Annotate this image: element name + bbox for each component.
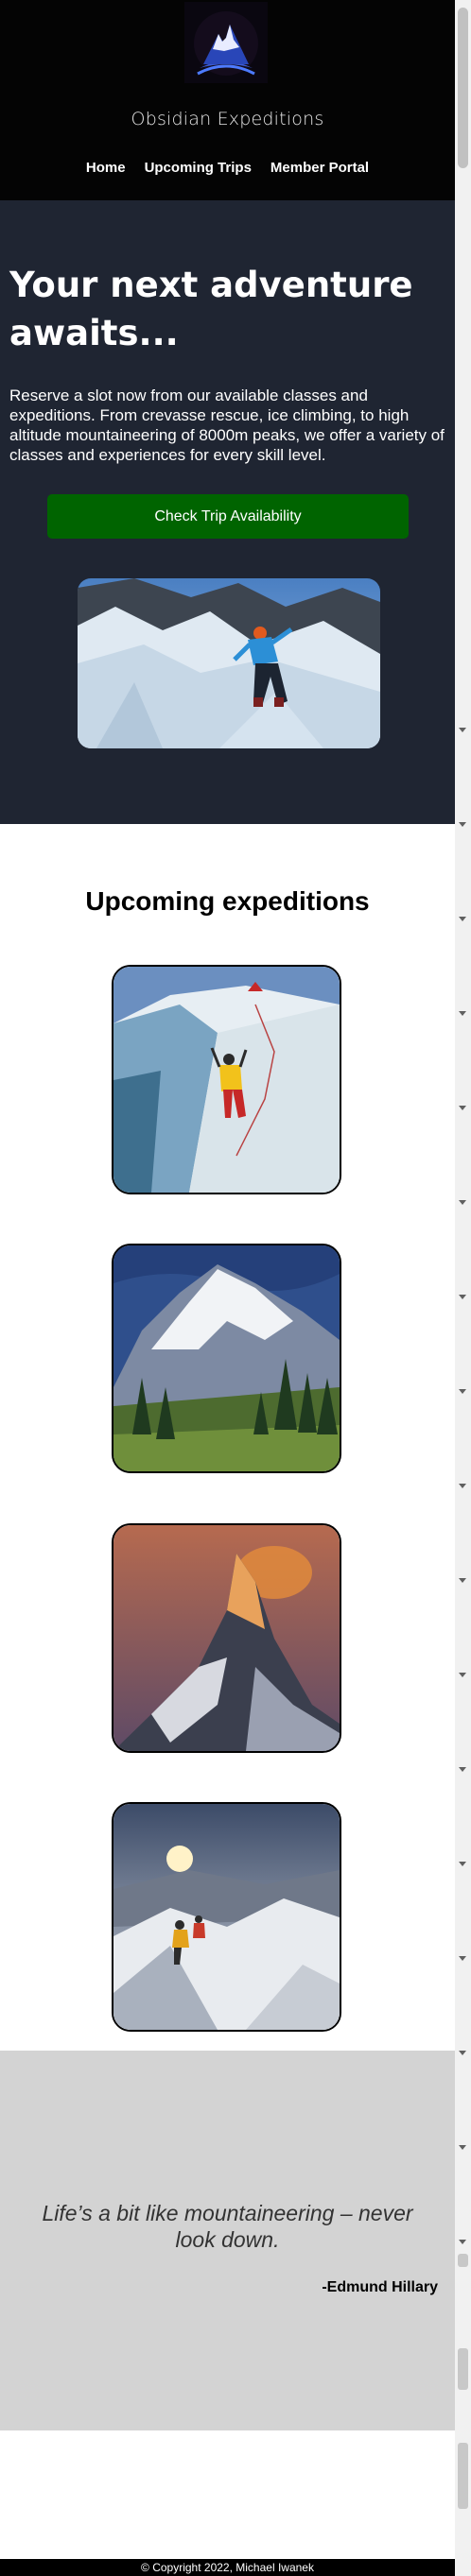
scroll-marker: [459, 917, 466, 921]
nav-upcoming-trips[interactable]: Upcoming Trips: [145, 160, 252, 176]
ice-climber-photo: [78, 578, 380, 748]
forested-volcano-photo: [113, 1245, 340, 1471]
site-footer: © Copyright 2022, Michael Iwanek: [0, 2559, 455, 2576]
scroll-marker: [459, 1200, 466, 1205]
scroll-marker: [459, 1295, 466, 1299]
scroll-marker: [459, 1673, 466, 1677]
upcoming-expeditions-title: Upcoming expeditions: [85, 886, 370, 916]
hero-description: Reserve a slot now from our available cl…: [9, 386, 445, 464]
scroll-marker: [459, 1767, 466, 1772]
nav-member-portal[interactable]: Member Portal: [270, 160, 369, 176]
summit-ridge-climbers-photo: [113, 1804, 340, 2030]
trip-card-volcano[interactable]: [112, 1244, 341, 1473]
scroll-marker: [458, 2348, 468, 2390]
scroll-marker: [459, 1956, 466, 1961]
scroll-marker: [459, 1862, 466, 1866]
check-availability-button[interactable]: Check Trip Availability: [47, 494, 409, 539]
page: Obsidian Expeditions Home Upcoming Trips…: [0, 0, 455, 2576]
main-nav: Home Upcoming Trips Member Portal: [0, 160, 455, 176]
crevasse-ice-climb-photo: [113, 967, 340, 1193]
scroll-marker: [459, 1389, 466, 1394]
mountain-logo-icon[interactable]: [184, 2, 268, 83]
scroll-marker: [459, 2145, 466, 2150]
trip-card-matterhorn[interactable]: [112, 1523, 341, 1753]
hero-title: Your next adventure awaits...: [9, 265, 413, 353]
scrollbar-thumb[interactable]: [458, 8, 468, 168]
copyright-text: © Copyright 2022, Michael Iwanek: [141, 2561, 314, 2574]
scroll-marker: [459, 1578, 466, 1583]
nav-home[interactable]: Home: [86, 160, 126, 176]
hero-section: Your next adventure awaits... Reserve a …: [0, 200, 455, 824]
scroll-marker: [459, 1484, 466, 1488]
scroll-marker: [459, 728, 466, 732]
matterhorn-sunset-photo: [113, 1525, 340, 1751]
scroll-marker: [459, 822, 466, 827]
trip-card-summit[interactable]: [112, 1802, 341, 2032]
scroll-marker: [459, 1106, 466, 1110]
scroll-marker: [459, 1011, 466, 1016]
scroll-marker: [458, 2254, 468, 2267]
quote-section: Life’s a bit like mountaineering – never…: [0, 2051, 455, 2430]
site-header: Obsidian Expeditions Home Upcoming Trips…: [0, 0, 455, 200]
scroll-marker: [458, 2443, 468, 2509]
scroll-marker: [459, 2051, 466, 2055]
quote-text: Life’s a bit like mountaineering – never…: [42, 2201, 413, 2252]
brand-name: Obsidian Expeditions: [131, 109, 324, 129]
quote-author: -Edmund Hillary: [322, 2279, 438, 2295]
scrollbar[interactable]: [455, 0, 471, 2576]
trip-card-crevasse[interactable]: [112, 965, 341, 1194]
scroll-marker: [459, 2240, 466, 2244]
